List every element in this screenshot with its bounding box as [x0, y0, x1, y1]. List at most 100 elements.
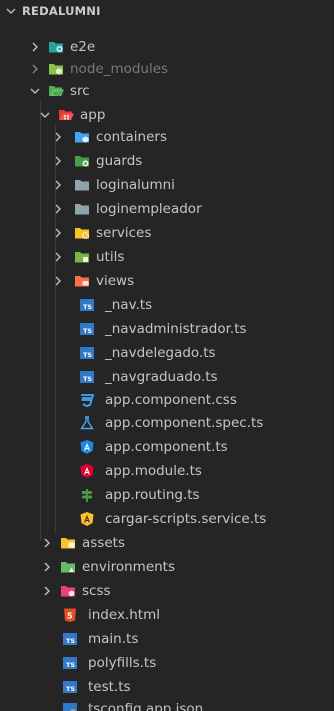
tree-item-label: _navadministrador.ts: [105, 321, 247, 337]
tree-item-loginempleador[interactable]: loginempleador: [0, 198, 333, 220]
chevron-right-icon: [28, 62, 42, 76]
tree-item-navgraduado-ts[interactable]: TS _navgraduado.ts: [0, 366, 333, 388]
tree-item-label: containers: [96, 129, 168, 145]
tree-item-app-routing-ts[interactable]: app.routing.ts: [0, 484, 333, 506]
tree-item-e2e[interactable]: e2e: [0, 36, 333, 58]
typescript-icon: TS: [79, 297, 95, 313]
tree-item-label: environments: [82, 559, 176, 575]
chevron-right-icon: [51, 250, 65, 264]
tree-item-nav-ts[interactable]: TS _nav.ts: [0, 294, 333, 316]
tree-item-cargar-scripts-service-ts[interactable]: cargar-scripts.service.ts: [0, 508, 333, 530]
explorer-section-title: REDALUMNI: [22, 4, 101, 18]
chevron-right-icon: [51, 130, 65, 144]
tree-item-label: tsconfig.app.json: [88, 701, 204, 711]
tree-item-loginalumni[interactable]: loginalumni: [0, 174, 333, 196]
tree-item-label: app.component.css: [105, 392, 237, 408]
svg-text:TS: TS: [66, 685, 75, 693]
typescript-icon: TS: [79, 369, 95, 385]
tree-item-label: loginempleador: [96, 201, 202, 217]
tree-item-label: index.html: [88, 607, 160, 623]
tree-item-label: src: [70, 83, 90, 99]
chevron-right-icon: [51, 178, 65, 192]
folder-scss-icon: [60, 583, 76, 599]
tree-item-test-ts[interactable]: TS test.ts: [0, 676, 333, 698]
typescript-icon: TS: [62, 655, 78, 671]
tree-item-label: polyfills.ts: [88, 655, 157, 671]
tree-item-node-modules[interactable]: node_modules: [0, 58, 333, 80]
chevron-right-icon: [28, 40, 42, 54]
folder-containers-icon: [74, 129, 90, 145]
tree-item-views[interactable]: views: [0, 270, 333, 292]
chevron-down-icon: [4, 4, 22, 18]
tree-item-label: cargar-scripts.service.ts: [105, 511, 267, 527]
html-icon: 5: [62, 607, 78, 623]
tree-item-navadministrador-ts[interactable]: TS _navadministrador.ts: [0, 318, 333, 340]
typescript-icon: TS: [62, 679, 78, 695]
svg-text:TS: TS: [83, 375, 92, 383]
folder-icon: [74, 177, 90, 193]
tree-item-label: app.module.ts: [105, 463, 202, 479]
tree-item-app-component-spec-ts[interactable]: app.component.spec.ts: [0, 412, 333, 434]
chevron-right-icon: [51, 274, 65, 288]
svg-text:TS: TS: [83, 327, 92, 335]
tree-item-polyfills-ts[interactable]: TS polyfills.ts: [0, 652, 333, 674]
chevron-down-icon: [38, 108, 52, 122]
tree-item-label: guards: [96, 153, 143, 169]
chevron-right-icon: [40, 584, 54, 598]
tree-item-app-component-css[interactable]: app.component.css: [0, 389, 333, 411]
angular-service-icon: [79, 511, 95, 527]
folder-node-icon: [48, 61, 64, 77]
tree-item-environments[interactable]: environments: [0, 556, 333, 578]
tree-item-scss[interactable]: scss: [0, 580, 333, 602]
svg-text:TS: TS: [83, 351, 92, 359]
folder-services-icon: [74, 225, 90, 241]
tree-item-label: app.component.ts: [105, 439, 228, 455]
chevron-right-icon: [40, 560, 54, 574]
tree-item-label: _navdelegado.ts: [105, 345, 216, 361]
chevron-right-icon: [51, 154, 65, 168]
chevron-right-icon: [51, 202, 65, 216]
tree-item-services[interactable]: services: [0, 222, 333, 244]
angular-component-icon: [79, 439, 95, 455]
folder-app-open-icon: [58, 107, 74, 123]
tsconfig-icon: [62, 701, 78, 711]
test-flask-icon: [79, 415, 95, 431]
tree-item-app[interactable]: app: [0, 104, 333, 126]
tree-item-label: test.ts: [88, 679, 131, 695]
tree-item-index-html[interactable]: 5 index.html: [0, 604, 333, 626]
tree-item-label: assets: [82, 535, 125, 551]
folder-icon: [74, 201, 90, 217]
typescript-icon: TS: [79, 321, 95, 337]
angular-module-icon: [79, 463, 95, 479]
tree-item-label: utils: [96, 249, 125, 265]
tree-item-label: app.routing.ts: [105, 487, 200, 503]
chevron-right-icon: [40, 536, 54, 550]
tree-item-src[interactable]: </> src: [0, 80, 333, 102]
tree-item-app-module-ts[interactable]: app.module.ts: [0, 460, 333, 482]
tree-item-label: scss: [82, 583, 111, 599]
tree-item-guards[interactable]: guards: [0, 150, 333, 172]
routing-icon: [79, 487, 95, 503]
tree-item-utils[interactable]: utils: [0, 246, 333, 268]
chevron-down-icon: [28, 84, 42, 98]
tree-item-assets[interactable]: assets: [0, 532, 333, 554]
tree-item-label: views: [96, 273, 135, 289]
tree-item-label: main.ts: [88, 631, 139, 647]
tree-item-tsconfig-app-json[interactable]: tsconfig.app.json: [0, 698, 333, 711]
tree-item-containers[interactable]: containers: [0, 126, 333, 148]
chevron-right-icon: [51, 226, 65, 240]
tree-item-label: _navgraduado.ts: [105, 369, 218, 385]
tree-item-label: app.component.spec.ts: [105, 415, 264, 431]
tree-item-label: app: [80, 107, 106, 123]
tree-item-app-component-ts[interactable]: app.component.ts: [0, 436, 333, 458]
svg-text:5: 5: [67, 612, 73, 621]
explorer-section-header[interactable]: REDALUMNI: [0, 0, 333, 22]
folder-environments-icon: [60, 559, 76, 575]
folder-e2e-icon: [48, 39, 64, 55]
tree-item-navdelegado-ts[interactable]: TS _navdelegado.ts: [0, 342, 333, 364]
typescript-icon: TS: [79, 345, 95, 361]
folder-utils-icon: [74, 249, 90, 265]
tree-item-main-ts[interactable]: TS main.ts: [0, 628, 333, 650]
folder-src-open-icon: </>: [48, 83, 64, 99]
svg-text:</>: </>: [54, 91, 64, 98]
